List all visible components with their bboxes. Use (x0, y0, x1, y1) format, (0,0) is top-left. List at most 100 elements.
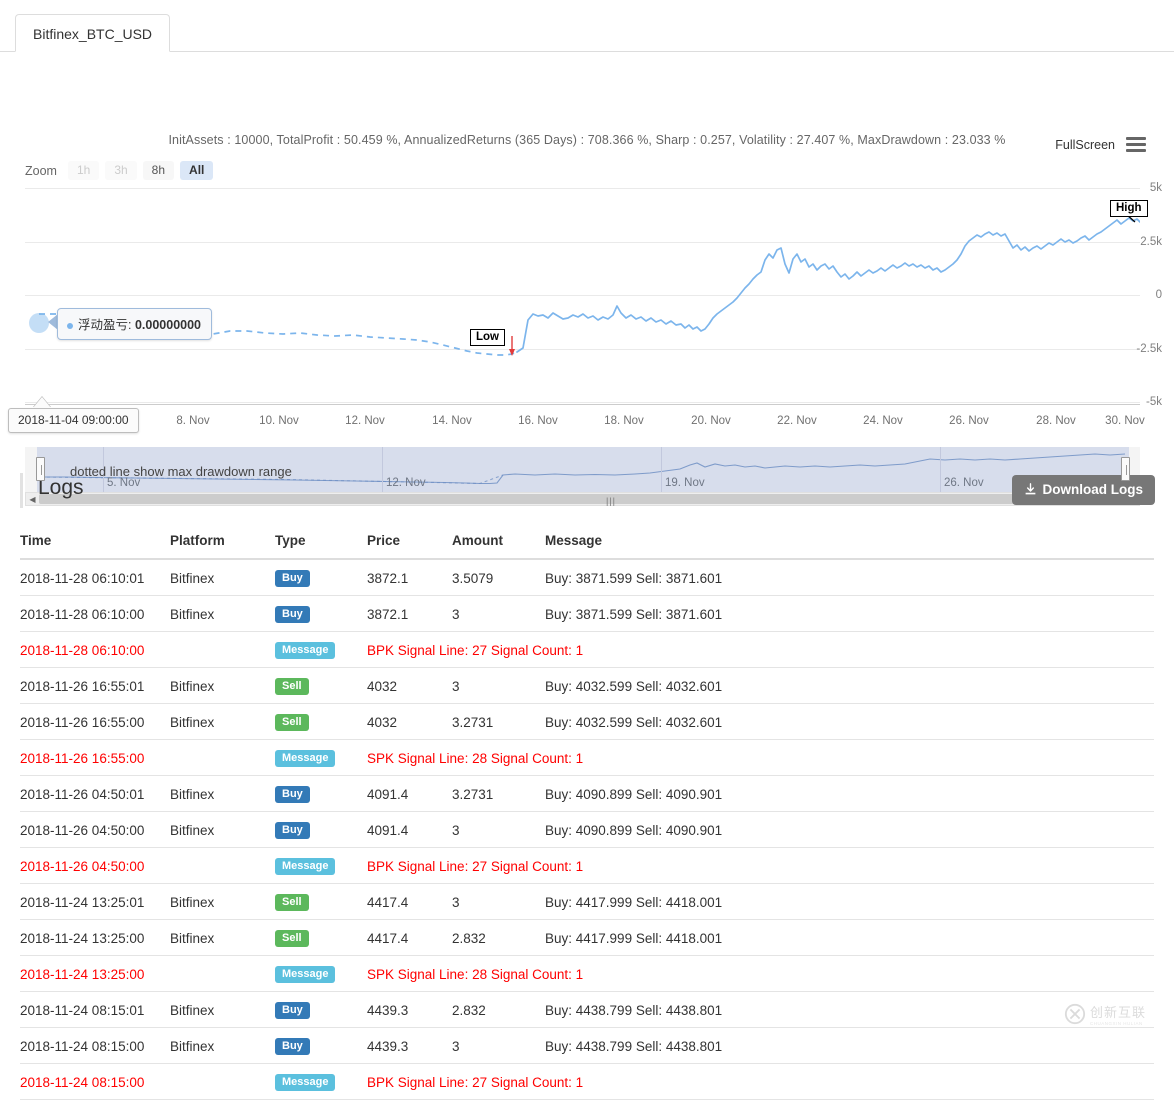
cell-type: Buy (275, 596, 367, 632)
chart-tooltip: 浮动盈亏: 0.00000000 (57, 308, 212, 340)
fullscreen-button[interactable]: FullScreen (1055, 134, 1146, 155)
column-header-price[interactable]: Price (367, 533, 452, 559)
table-row[interactable]: 2018-11-26 16:55:00BitfinexSell40323.273… (20, 704, 1154, 740)
hamburger-menu-icon[interactable] (1126, 134, 1146, 155)
x-tick-label: 16. Nov (518, 415, 558, 427)
table-row[interactable]: 2018-11-24 13:25:00BitfinexSell4417.42.8… (20, 920, 1154, 956)
cell-amount: 3 (452, 596, 545, 632)
cell-message: Buy: 4032.599 Sell: 4032.601 (545, 668, 1154, 704)
table-row[interactable]: 2018-11-24 08:15:01BitfinexBuy4439.32.83… (20, 992, 1154, 1028)
x-tick-label: 8. Nov (176, 415, 209, 427)
cell-platform: Bitfinex (170, 920, 275, 956)
y-tick-label: -2.5k (1136, 343, 1162, 355)
cell-platform: Bitfinex (170, 1028, 275, 1064)
cell-platform (170, 1064, 275, 1100)
equity-curve-series (25, 188, 1140, 403)
navigator-tick-label: 12. Nov (386, 477, 426, 489)
annotation-low: Low (470, 329, 505, 346)
status-badge: Buy (275, 822, 310, 839)
zoom-button-3h[interactable]: 3h (105, 161, 136, 180)
cell-type: Message (275, 1064, 367, 1100)
x-tick-label: 22. Nov (777, 415, 817, 427)
cell-message: BPK Signal Line: 27 Signal Count: 1 (367, 1064, 1154, 1100)
download-logs-label: Download Logs (1043, 482, 1144, 497)
x-axis-tooltip: 2018-11-04 09:00:00 (8, 408, 139, 433)
cell-time: 2018-11-24 13:25:01 (20, 884, 170, 920)
cell-platform (170, 740, 275, 776)
cell-platform: Bitfinex (170, 559, 275, 596)
table-row[interactable]: 2018-11-28 06:10:01BitfinexBuy3872.13.50… (20, 559, 1154, 596)
cell-price: 4439.3 (367, 1028, 452, 1064)
status-badge: Buy (275, 570, 310, 587)
cell-type: Buy (275, 776, 367, 812)
download-logs-button[interactable]: Download Logs (1012, 475, 1156, 505)
cell-price: 4032 (367, 704, 452, 740)
cell-message: SPK Signal Line: 28 Signal Count: 1 (367, 740, 1154, 776)
column-header-time[interactable]: Time (20, 533, 170, 559)
navigator-note: dotted line show max drawdown range (70, 464, 292, 479)
zoom-button-8h[interactable]: 8h (143, 161, 174, 180)
chart-stats-line: InitAssets : 10000, TotalProfit : 50.459… (0, 133, 1174, 147)
zoom-button-all[interactable]: All (180, 161, 213, 180)
table-row[interactable]: 2018-11-24 13:25:00MessageSPK Signal Lin… (20, 956, 1154, 992)
cell-price: 3872.1 (367, 559, 452, 596)
cell-amount: 2.832 (452, 920, 545, 956)
navigator-gridline (382, 447, 383, 492)
cell-type: Message (275, 632, 367, 668)
navigator-gridline (661, 447, 662, 492)
table-row[interactable]: 2018-11-28 06:10:00BitfinexBuy3872.13Buy… (20, 596, 1154, 632)
column-header-type[interactable]: Type (275, 533, 367, 559)
table-row[interactable]: 2018-11-24 08:15:00MessageBPK Signal Lin… (20, 1064, 1154, 1100)
zoom-button-1h[interactable]: 1h (68, 161, 99, 180)
y-tick-label: 0 (1156, 289, 1162, 301)
table-row[interactable]: 2018-11-26 16:55:00MessageSPK Signal Lin… (20, 740, 1154, 776)
cell-price: 3872.1 (367, 596, 452, 632)
tab-bar: Bitfinex_BTC_USD (0, 0, 1174, 52)
table-row[interactable]: 2018-11-24 13:25:01BitfinexSell4417.43Bu… (20, 884, 1154, 920)
cell-amount: 3 (452, 884, 545, 920)
navigator-handle-right[interactable] (1121, 457, 1130, 481)
table-row[interactable]: 2018-11-26 04:50:00MessageBPK Signal Lin… (20, 848, 1154, 884)
tab-bitfinex-btc-usd[interactable]: Bitfinex_BTC_USD (15, 14, 170, 52)
cell-platform (170, 632, 275, 668)
cell-amount: 3 (452, 812, 545, 848)
cell-time: 2018-11-26 16:55:01 (20, 668, 170, 704)
status-badge: Sell (275, 678, 309, 695)
status-badge: Message (275, 750, 335, 767)
cell-type: Sell (275, 920, 367, 956)
table-row[interactable]: 2018-11-28 06:10:00MessageBPK Signal Lin… (20, 632, 1154, 668)
column-header-amount[interactable]: Amount (452, 533, 545, 559)
cell-time: 2018-11-24 08:15:00 (20, 1028, 170, 1064)
cell-amount: 3.2731 (452, 776, 545, 812)
column-header-platform[interactable]: Platform (170, 533, 275, 559)
fullscreen-label: FullScreen (1055, 138, 1115, 152)
table-row[interactable]: 2018-11-26 04:50:01BitfinexBuy4091.43.27… (20, 776, 1154, 812)
x-tick-label: 14. Nov (432, 415, 472, 427)
cell-type: Message (275, 956, 367, 992)
cell-price: 4439.3 (367, 992, 452, 1028)
cell-type: Buy (275, 1028, 367, 1064)
table-row[interactable]: 2018-11-26 16:55:01BitfinexSell40323Buy:… (20, 668, 1154, 704)
cell-message: SPK Signal Line: 28 Signal Count: 1 (367, 956, 1154, 992)
status-badge: Buy (275, 1002, 310, 1019)
cell-message: Buy: 4438.799 Sell: 4438.801 (545, 1028, 1154, 1064)
table-row[interactable]: 2018-11-24 08:15:00BitfinexBuy4439.33Buy… (20, 1028, 1154, 1064)
cell-platform: Bitfinex (170, 704, 275, 740)
cell-platform (170, 848, 275, 884)
table-row[interactable]: 2018-11-26 04:50:00BitfinexBuy4091.43Buy… (20, 812, 1154, 848)
cell-type: Sell (275, 668, 367, 704)
cell-type: Message (275, 740, 367, 776)
navigator-handle-left[interactable] (36, 457, 45, 481)
status-badge: Buy (275, 1038, 310, 1055)
chart-plot-area[interactable] (25, 188, 1140, 403)
cell-message: Buy: 4438.799 Sell: 4438.801 (545, 992, 1154, 1028)
tooltip-value: 0.00000000 (135, 318, 201, 332)
status-badge: Sell (275, 930, 309, 947)
column-header-message[interactable]: Message (545, 533, 1154, 559)
navigator-tick-label: 19. Nov (665, 477, 705, 489)
cell-type: Buy (275, 559, 367, 596)
x-tick-label: 20. Nov (691, 415, 731, 427)
cell-type: Buy (275, 992, 367, 1028)
logs-accent-bar (20, 473, 23, 508)
cell-message: Buy: 3871.599 Sell: 3871.601 (545, 559, 1154, 596)
